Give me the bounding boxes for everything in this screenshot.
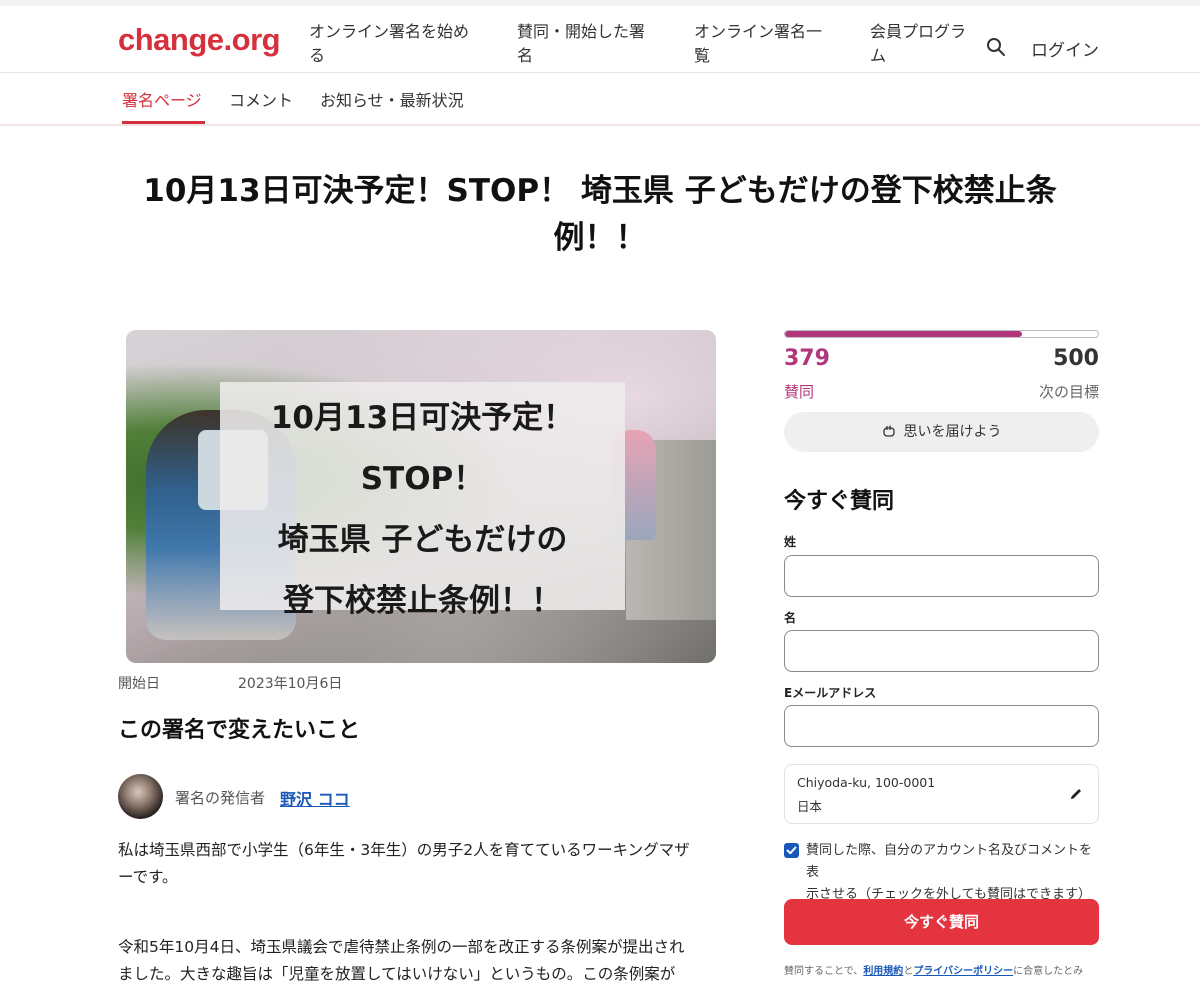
start-date-label: 開始日 — [118, 676, 160, 692]
check-icon — [786, 846, 797, 855]
email-label: Eメールアドレス — [784, 686, 877, 700]
tab-updates[interactable]: お知らせ・最新状況 — [320, 87, 464, 111]
sign-now-button[interactable]: 今すぐ賛同 — [784, 899, 1099, 945]
nav-my-petitions[interactable]: 賛同・開始した署 名 — [517, 20, 645, 68]
location-box[interactable]: Chiyoda-ku, 100-0001 日本 — [784, 764, 1099, 824]
pencil-icon[interactable] — [1068, 786, 1084, 802]
starter-name-link[interactable]: 野沢 ココ — [280, 786, 350, 810]
starter-label: 署名の発信者 — [175, 789, 266, 807]
hand-icon — [882, 425, 895, 437]
active-tab-indicator — [122, 121, 205, 124]
nav-browse-petitions[interactable]: オンライン署名一 覧 — [694, 20, 822, 68]
location-country: 日本 — [797, 799, 823, 814]
signature-goal-label: 次の目標 — [1038, 383, 1099, 401]
petition-title: 10月13日可決予定！STOP！ 埼玉県 子どもだけの登下校禁止条 例！！ — [143, 173, 1057, 256]
search-icon[interactable] — [986, 37, 1006, 57]
share-button[interactable]: 思いを届けよう — [784, 412, 1099, 452]
terms-link[interactable]: 利用規約 — [863, 966, 903, 977]
petition-image: 10月13日可決予定！ STOP！ 埼玉県 子どもだけの 登下校禁止条例！！ — [126, 330, 716, 663]
signature-progress-bar — [784, 330, 1099, 338]
first-name-input[interactable] — [784, 630, 1099, 672]
login-link[interactable]: ログイン — [1031, 36, 1099, 61]
petition-tabs: 署名ページ コメント お知らせ・最新状況 — [0, 73, 1200, 126]
last-name-label: 姓 — [784, 535, 797, 549]
location-postal: Chiyoda-ku, 100-0001 — [797, 775, 936, 790]
site-header: change.org オンライン署名を始め る 賛同・開始した署 名 オンライン… — [0, 0, 1200, 73]
body-paragraph-2: 令和5年10月4日、埼玉県議会で虐待禁止条例の一部を改正する条例案が提出され ま… — [118, 938, 685, 981]
body-paragraph-1: 私は埼玉県西部で小学生（6年生・3年生）の男子2人を育てているワーキングマザ ー… — [118, 841, 690, 886]
signature-progress-fill — [785, 331, 1023, 337]
consent-text: 賛同した際、自分のアカウント名及びコメントを表 示させる（チェックを外しても賛同… — [806, 843, 1093, 902]
section-heading: この署名で変えたいこと — [118, 718, 361, 743]
signature-count-label: 賛同 — [784, 383, 815, 401]
tab-petition[interactable]: 署名ページ — [122, 87, 202, 111]
email-input[interactable] — [784, 705, 1099, 747]
last-name-input[interactable] — [784, 555, 1099, 597]
image-caption: 10月13日可決予定！ STOP！ 埼玉県 子どもだけの 登下校禁止条例！！ — [270, 400, 575, 619]
signature-count: 379 — [784, 346, 830, 371]
start-date-value: 2023年10月6日 — [238, 676, 343, 692]
avatar[interactable] — [118, 774, 163, 819]
signature-goal: 500 — [1053, 346, 1099, 371]
change-org-logo[interactable]: change.org — [118, 22, 281, 58]
nav-start-petition[interactable]: オンライン署名を始め る — [309, 20, 469, 68]
sign-heading: 今すぐ賛同 — [784, 489, 895, 514]
nav-membership[interactable]: 会員プログラ ム — [870, 20, 966, 68]
terms-notice: 賛同することで、利用規約とプライバシーポリシーに合意したとみ — [784, 966, 1084, 977]
display-name-checkbox[interactable] — [784, 843, 799, 858]
tab-comments[interactable]: コメント — [229, 87, 293, 111]
privacy-policy-link[interactable]: プライバシーポリシー — [913, 966, 1013, 977]
first-name-label: 名 — [784, 611, 797, 625]
